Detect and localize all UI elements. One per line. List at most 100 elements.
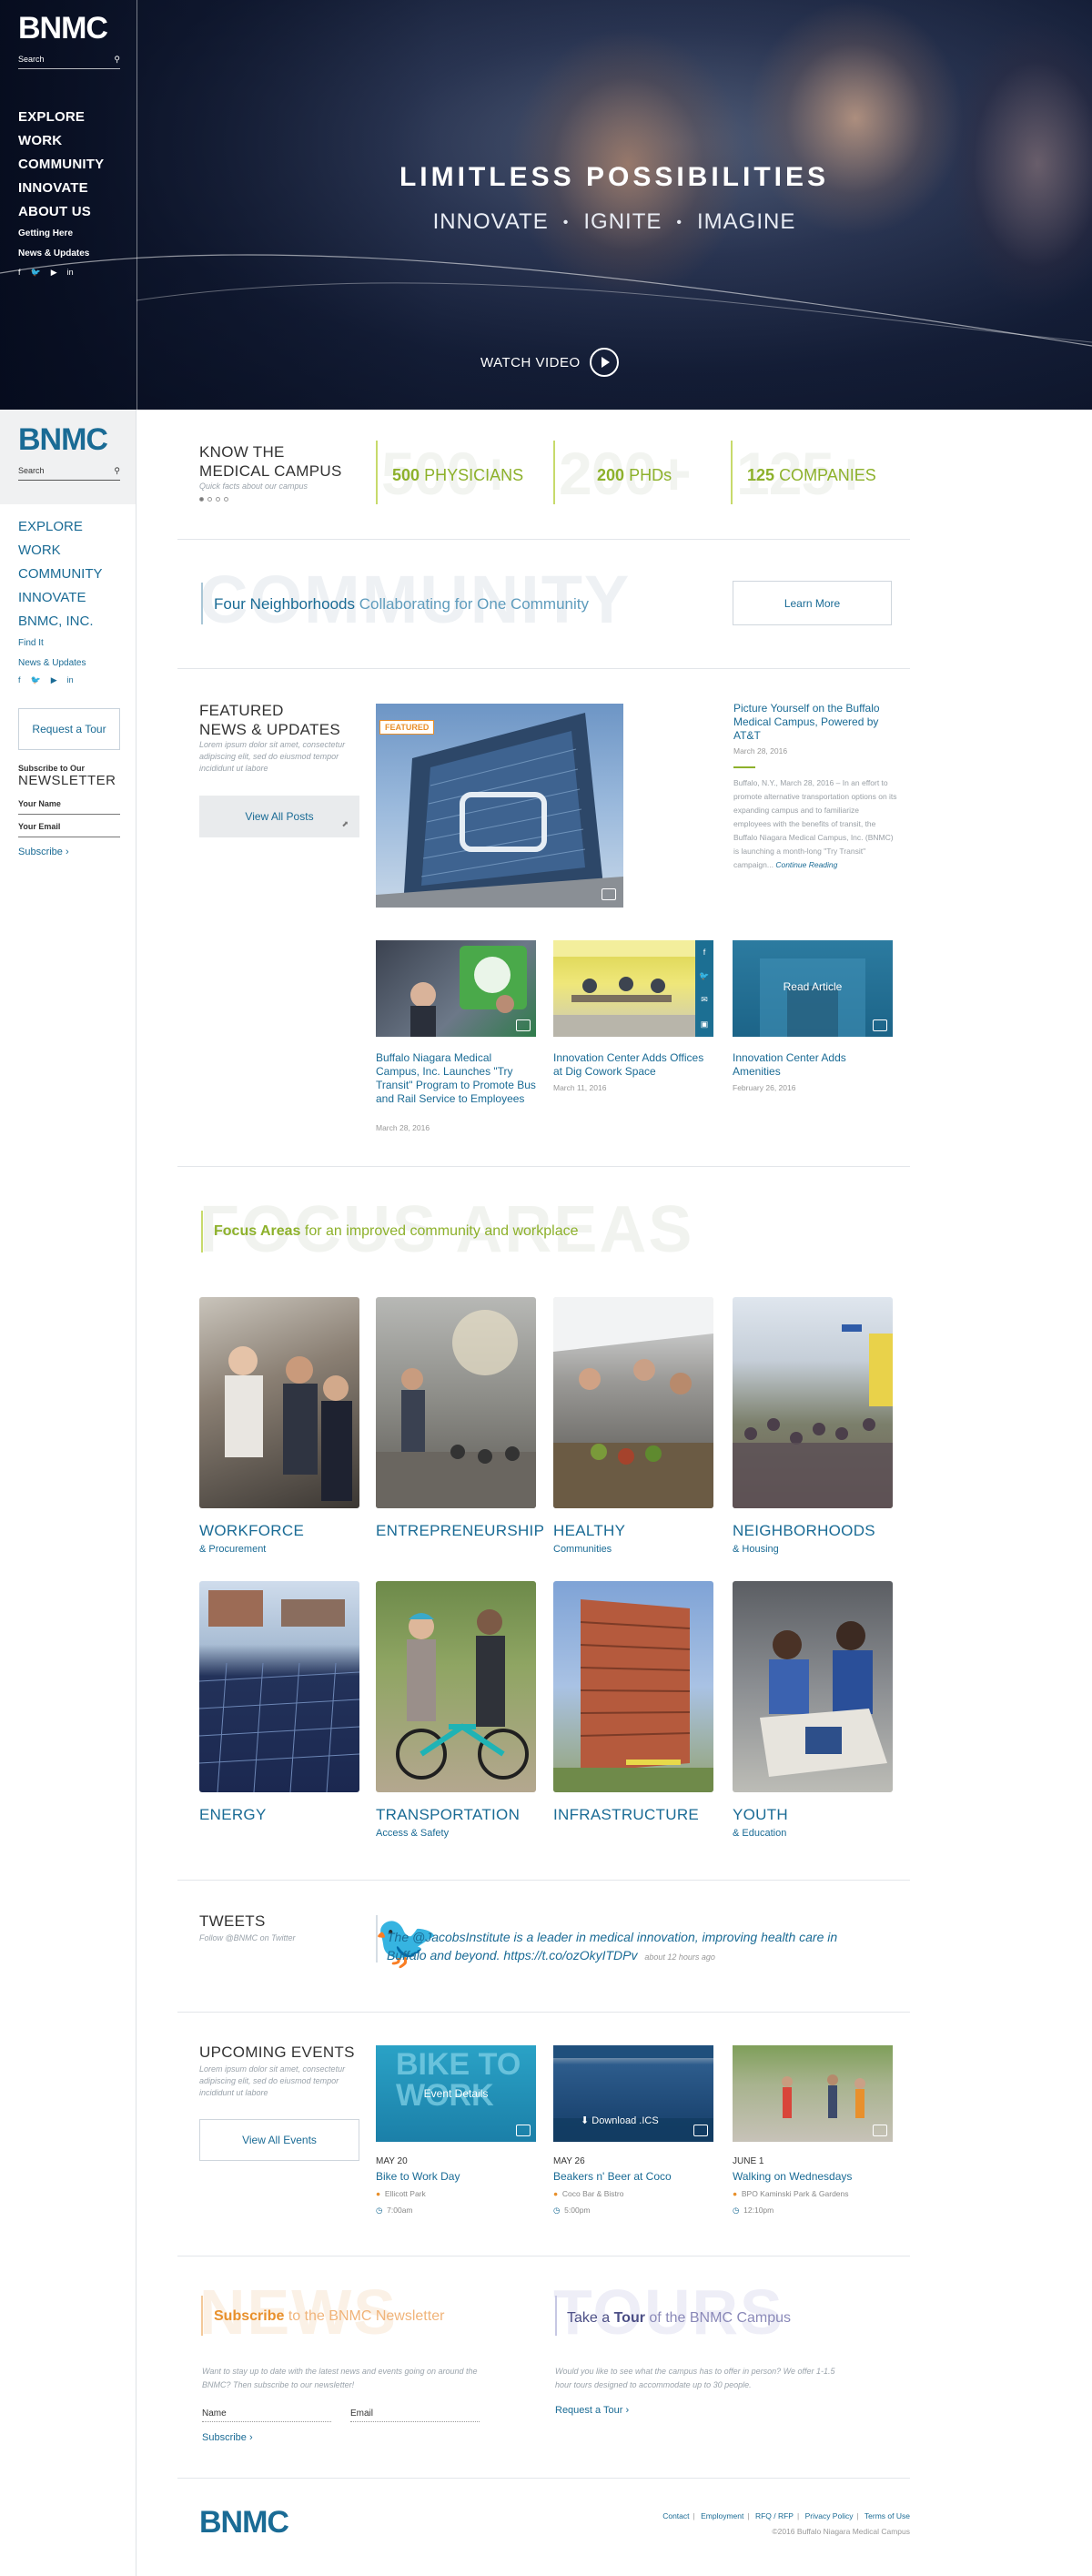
footer-link-contact[interactable]: Contact bbox=[662, 2511, 689, 2520]
twitter-share-icon[interactable]: 🐦 bbox=[699, 971, 709, 981]
featured-article-title[interactable]: Picture Yourself on the Buffalo Medical … bbox=[733, 702, 897, 743]
focus-image-infrastructure[interactable] bbox=[553, 1581, 713, 1792]
focus-title-energy[interactable]: ENERGY bbox=[199, 1806, 267, 1824]
sidebar-item-news-updates[interactable]: News & Updates bbox=[18, 654, 103, 674]
focus-title-infrastructure[interactable]: INFRASTRUCTURE bbox=[553, 1806, 699, 1824]
article-image-amenities[interactable]: Read Article bbox=[733, 940, 893, 1037]
play-icon[interactable] bbox=[589, 348, 619, 377]
hero-nav-news-updates[interactable]: News & Updates bbox=[18, 244, 104, 264]
event-title[interactable]: Beakers n' Beer at Coco bbox=[553, 2170, 672, 2183]
sidebar-item-work[interactable]: WORK bbox=[18, 539, 103, 563]
event-image-text: BIKE TO WORK bbox=[396, 2047, 521, 2113]
newsletter-cta-subscribe[interactable]: Subscribe › bbox=[202, 2432, 253, 2443]
focus-image-transportation[interactable] bbox=[376, 1581, 536, 1792]
sidebar-search-input[interactable]: Search ⚲ bbox=[18, 466, 120, 481]
footer-link-terms[interactable]: Terms of Use bbox=[864, 2511, 910, 2520]
hero-title: LIMITLESS POSSIBILITIES bbox=[399, 162, 830, 192]
article-title-try-transit[interactable]: Buffalo Niagara Medical Campus, Inc. Lau… bbox=[376, 1051, 536, 1106]
focus-image-energy[interactable] bbox=[199, 1581, 359, 1792]
sidebar-item-community[interactable]: COMMUNITY bbox=[18, 563, 103, 586]
focus-image-healthy[interactable] bbox=[553, 1297, 713, 1508]
tweets-follow[interactable]: Follow @BNMC on Twitter bbox=[199, 1932, 296, 1944]
view-all-posts-button[interactable]: View All Posts ⬈ bbox=[199, 796, 359, 837]
sidebar-item-innovate[interactable]: INNOVATE bbox=[18, 586, 103, 610]
linkedin-icon[interactable]: in bbox=[67, 675, 74, 685]
facebook-share-icon[interactable]: f bbox=[703, 948, 706, 957]
search-icon[interactable]: ⚲ bbox=[114, 55, 120, 65]
article-title-dig-cowork[interactable]: Innovation Center Adds Offices at Dig Co… bbox=[553, 1051, 713, 1079]
divider bbox=[177, 1166, 910, 1167]
hero-nav-innovate[interactable]: INNOVATE bbox=[18, 177, 104, 200]
sidebar-item-find-it[interactable]: Find It bbox=[18, 634, 103, 654]
hero-nav-explore[interactable]: EXPLORE bbox=[18, 106, 104, 129]
article-image-dig-cowork[interactable]: f 🐦 ✉ ▣ bbox=[553, 940, 713, 1037]
featured-article-image[interactable]: FEATURED bbox=[376, 704, 623, 908]
hero-nav-community[interactable]: COMMUNITY bbox=[18, 153, 104, 177]
hero-logo[interactable]: BNMC bbox=[18, 11, 108, 46]
calendar-icon[interactable] bbox=[873, 2125, 887, 2136]
hero-nav-work[interactable]: WORK bbox=[18, 129, 104, 153]
footer-link-rfq-rfp[interactable]: RFQ / RFP bbox=[755, 2511, 794, 2520]
learn-more-button[interactable]: Learn More bbox=[733, 581, 892, 625]
newsletter-subscribe-button[interactable]: Subscribe › bbox=[18, 847, 120, 857]
newsletter-email-field[interactable]: Your Email bbox=[18, 822, 120, 837]
focus-title-youth[interactable]: YOUTH bbox=[733, 1806, 788, 1824]
article-image-try-transit[interactable] bbox=[376, 940, 536, 1037]
focus-title-transportation[interactable]: TRANSPORTATION bbox=[376, 1806, 520, 1824]
request-tour-button[interactable]: Request a Tour bbox=[18, 708, 120, 750]
twitter-icon[interactable]: 🐦 bbox=[31, 268, 41, 278]
event-details-overlay[interactable]: Event Details bbox=[376, 2087, 536, 2100]
newsletter-heading: NEWSLETTER bbox=[18, 773, 116, 788]
focus-title-healthy[interactable]: HEALTHY bbox=[553, 1522, 625, 1540]
event-title[interactable]: Walking on Wednesdays bbox=[733, 2170, 852, 2183]
event-date: MAY 26 bbox=[553, 2156, 585, 2166]
featured-article-accent bbox=[733, 766, 755, 768]
email-share-icon[interactable]: ✉ bbox=[701, 995, 708, 1005]
event-image-bike-to-work[interactable]: BIKE TO WORK Event Details bbox=[376, 2045, 536, 2142]
facebook-icon[interactable]: f bbox=[18, 675, 21, 685]
sidebar-logo[interactable]: BNMC bbox=[18, 422, 108, 458]
hero-nav-about-us[interactable]: ABOUT US bbox=[18, 200, 104, 224]
youtube-icon[interactable]: ▶ bbox=[51, 268, 57, 278]
watch-video-button[interactable]: WATCH VIDEO bbox=[480, 348, 619, 377]
event-location: ● Coco Bar & Bistro bbox=[553, 2189, 624, 2198]
sidebar-item-explore[interactable]: EXPLORE bbox=[18, 515, 103, 539]
read-article-overlay[interactable]: Read Article bbox=[733, 980, 893, 993]
youtube-icon[interactable]: ▶ bbox=[51, 675, 57, 685]
event-title[interactable]: Bike to Work Day bbox=[376, 2170, 460, 2183]
focus-image-workforce[interactable] bbox=[199, 1297, 359, 1508]
linkedin-icon[interactable]: in bbox=[67, 268, 74, 278]
calendar-icon[interactable] bbox=[516, 2125, 531, 2136]
campus-facts-carousel-dots[interactable] bbox=[199, 497, 228, 502]
hero-search-input[interactable]: Search ⚲ bbox=[18, 55, 120, 69]
twitter-icon[interactable]: 🐦 bbox=[31, 675, 41, 685]
article-title-amenities[interactable]: Innovation Center Adds Amenities bbox=[733, 1051, 893, 1079]
focus-image-youth[interactable] bbox=[733, 1581, 893, 1792]
focus-image-entrepreneurship[interactable] bbox=[376, 1297, 536, 1508]
facebook-icon[interactable]: f bbox=[18, 268, 21, 278]
walkers-illustration bbox=[782, 2074, 865, 2118]
focus-title-workforce[interactable]: WORKFORCE bbox=[199, 1522, 304, 1540]
sidebar-item-bnmc-inc[interactable]: BNMC, INC. bbox=[18, 610, 103, 634]
footer-link-privacy[interactable]: Privacy Policy bbox=[805, 2511, 854, 2520]
footer-link-employment[interactable]: Employment bbox=[701, 2511, 743, 2520]
newsletter-cta-name-field[interactable]: Name bbox=[202, 2409, 331, 2422]
search-icon[interactable]: ⚲ bbox=[114, 466, 120, 476]
students-illustration bbox=[760, 1621, 887, 1777]
focus-title-neighborhoods[interactable]: NEIGHBORHOODS bbox=[733, 1522, 875, 1540]
focus-image-neighborhoods[interactable] bbox=[733, 1297, 893, 1508]
newsletter-cta-email-field[interactable]: Email bbox=[350, 2409, 480, 2422]
tours-cta-link[interactable]: Request a Tour › bbox=[555, 2405, 629, 2416]
calendar-icon[interactable] bbox=[693, 2125, 708, 2136]
hero-nav-getting-here[interactable]: Getting Here bbox=[18, 224, 104, 244]
event-image-beakers-beer[interactable]: ⬇ Download .ICS bbox=[553, 2045, 713, 2142]
focus-title-entrepreneurship[interactable]: ENTREPRENEURSHIP bbox=[376, 1522, 544, 1540]
download-ics-overlay[interactable]: ⬇ Download .ICS bbox=[581, 2115, 659, 2126]
footer-logo[interactable]: BNMC bbox=[199, 2505, 289, 2541]
newsletter-name-field[interactable]: Your Name bbox=[18, 799, 120, 815]
stat-physicians-label: 500 PHYSICIANS bbox=[392, 466, 524, 484]
view-all-events-button[interactable]: View All Events bbox=[199, 2119, 359, 2161]
stat-phds: 200+ 200 PHDs bbox=[553, 440, 731, 507]
event-image-walking[interactable] bbox=[733, 2045, 893, 2142]
continue-reading-link[interactable]: Continue Reading bbox=[775, 860, 837, 869]
